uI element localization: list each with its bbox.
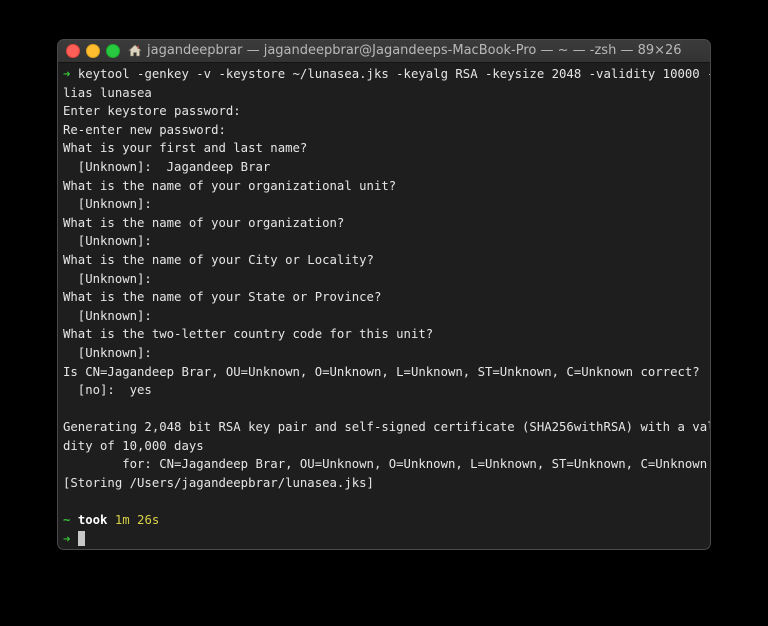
terminal-output[interactable]: ➜ keytool -genkey -v -keystore ~/lunasea… — [63, 65, 710, 549]
output-line: What is the name of your organizational … — [63, 178, 397, 193]
output-line: What is the name of your City or Localit… — [63, 252, 374, 267]
window-title: jagandeepbrar — jagandeepbrar@Jagandeeps… — [147, 43, 682, 58]
command-line: ➜ keytool -genkey -v -keystore ~/lunasea… — [63, 65, 710, 84]
home-icon — [128, 44, 142, 57]
output-line: Is CN=Jagandeep Brar, OU=Unknown, O=Unkn… — [63, 364, 700, 379]
minimize-button[interactable] — [86, 44, 100, 58]
output-line: Re-enter new password: — [63, 122, 226, 137]
output-line: [no]: yes — [63, 383, 152, 398]
output-line: Enter keystore password: — [63, 104, 241, 119]
input-prompt-line[interactable]: ➜ — [63, 530, 708, 549]
output-line: [Storing /Users/jagandeepbrar/lunasea.jk… — [63, 476, 374, 491]
command-text: keytool -genkey -v -keystore ~/lunasea.j… — [77, 67, 710, 81]
prompt-arrow-icon: ➜ — [63, 67, 71, 81]
output-line: [Unknown]: — [63, 197, 152, 212]
output-line: What is the name of your State or Provin… — [63, 290, 382, 305]
output-line: Generating 2,048 bit RSA key pair and se… — [63, 420, 710, 435]
output-line: What is the two-letter country code for … — [63, 327, 434, 342]
output-line: What is the name of your organization? — [63, 215, 345, 230]
cwd-tilde: ~ — [63, 513, 71, 528]
output-line: [Unknown]: — [63, 234, 152, 249]
status-line: ~ took 1m 26s — [63, 511, 708, 530]
text-cursor — [77, 530, 85, 546]
took-time: 1m 26s — [114, 513, 160, 528]
prompt-arrow-icon: ➜ — [63, 531, 71, 546]
took-label: took — [77, 513, 108, 528]
title-bar[interactable]: jagandeepbrar — jagandeepbrar@Jagandeeps… — [58, 40, 710, 63]
output-line: dity of 10,000 days — [63, 438, 204, 453]
output-line: [Unknown]: — [63, 271, 152, 286]
terminal-window: jagandeepbrar — jagandeepbrar@Jagandeeps… — [58, 40, 710, 549]
window-title-container: jagandeepbrar — jagandeepbrar@Jagandeeps… — [128, 43, 688, 58]
output-line: for: CN=Jagandeep Brar, OU=Unknown, O=Un… — [63, 457, 708, 472]
output-line: [Unknown]: — [63, 308, 152, 323]
output-line: What is your first and last name? — [63, 141, 308, 156]
output-line: [Unknown]: — [63, 345, 152, 360]
output-line: [Unknown]: Jagandeep Brar — [63, 159, 271, 174]
close-button[interactable] — [66, 44, 80, 58]
output-lines: Enter keystore password: Re-enter new pas… — [63, 102, 710, 512]
command-line-wrap: lias lunasea — [63, 85, 152, 100]
zoom-button[interactable] — [106, 44, 120, 58]
